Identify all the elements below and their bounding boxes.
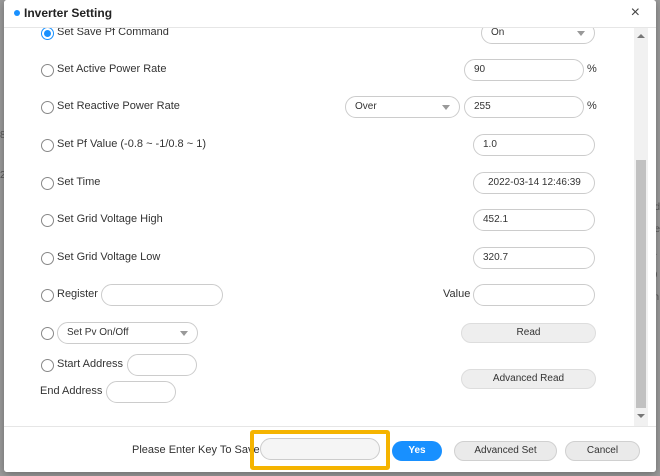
input-grid-high[interactable]: 452.1 — [473, 209, 595, 231]
highlight-frame — [250, 430, 390, 470]
unit-reactive-power: % — [587, 100, 597, 112]
yes-button[interactable]: Yes — [392, 441, 442, 461]
label-reactive-power: Set Reactive Power Rate — [57, 100, 180, 112]
input-register[interactable] — [101, 284, 223, 306]
row-pv: Set Pv On/Off Read — [4, 322, 624, 346]
unit-active-power: % — [587, 63, 597, 75]
scrollbar-thumb[interactable] — [636, 160, 646, 408]
label-grid-high: Set Grid Voltage High — [57, 213, 163, 225]
radio-active-power[interactable] — [41, 64, 54, 77]
radio-start-address[interactable] — [41, 359, 54, 372]
advanced-read-button[interactable]: Advanced Read — [461, 369, 596, 389]
row-save-pf: Set Save Pf Command On — [4, 28, 624, 46]
label-start-address: Start Address — [57, 358, 124, 370]
input-end-address[interactable] — [106, 381, 176, 403]
input-reactive-power[interactable]: 255 — [464, 96, 584, 118]
label-register: Register — [57, 288, 98, 300]
row-active-power: Set Active Power Rate 90 % — [4, 59, 624, 83]
select-reactive-value: Over — [355, 101, 377, 112]
select-save-pf-value: On — [491, 28, 505, 38]
input-start-address[interactable] — [127, 354, 197, 376]
radio-reactive-power[interactable] — [41, 101, 54, 114]
row-time: Set Time 2022-03-14 12:46:39 — [4, 172, 624, 196]
key-label: Please Enter Key To Save — [132, 444, 260, 456]
chevron-down-icon — [577, 31, 585, 36]
row-grid-low: Set Grid Voltage Low 320.7 — [4, 247, 624, 271]
select-pv-value: Set Pv On/Off — [67, 327, 129, 338]
radio-save-pf[interactable] — [41, 28, 54, 40]
label-value: Value — [443, 288, 471, 300]
label-time: Set Time — [57, 176, 101, 188]
read-button[interactable]: Read — [461, 323, 596, 343]
radio-register[interactable] — [41, 289, 54, 302]
row-reactive-power: Set Reactive Power Rate Over 255 % — [4, 96, 624, 120]
input-value[interactable] — [473, 284, 595, 306]
radio-grid-low[interactable] — [41, 252, 54, 265]
cancel-button[interactable]: Cancel — [565, 441, 640, 461]
input-grid-low[interactable]: 320.7 — [473, 247, 595, 269]
scrollbar[interactable] — [634, 28, 648, 426]
label-grid-low: Set Grid Voltage Low — [57, 251, 161, 263]
advanced-set-button[interactable]: Advanced Set — [454, 441, 557, 461]
radio-pf-value[interactable] — [41, 139, 54, 152]
row-pf-value: Set Pf Value (-0.8 ~ -1/0.8 ~ 1) 1.0 — [4, 134, 624, 158]
label-end-address: End Address — [40, 385, 103, 397]
select-reactive-direction[interactable]: Over — [345, 96, 460, 118]
label-active-power: Set Active Power Rate — [57, 63, 167, 75]
dialog-footer: Please Enter Key To Save Yes Advanced Se… — [4, 426, 656, 472]
radio-time[interactable] — [41, 177, 54, 190]
scroll-down-icon[interactable] — [637, 414, 645, 418]
label-save-pf: Set Save Pf Command — [57, 28, 169, 38]
row-register: Register Value — [4, 284, 624, 308]
select-save-pf[interactable]: On — [481, 28, 595, 44]
radio-grid-high[interactable] — [41, 214, 54, 227]
input-pf-value[interactable]: 1.0 — [473, 134, 595, 156]
title-dot-icon — [14, 10, 20, 16]
dialog-title: Inverter Setting — [24, 6, 113, 20]
close-icon[interactable]: × — [631, 4, 640, 22]
row-end-address: End Address Advanced Read — [4, 369, 624, 405]
select-pv[interactable]: Set Pv On/Off — [57, 322, 198, 344]
input-active-power[interactable]: 90 — [464, 59, 584, 81]
inverter-setting-dialog: Inverter Setting × Set Save Pf Command O… — [4, 0, 656, 472]
input-time[interactable]: 2022-03-14 12:46:39 — [473, 172, 595, 194]
scroll-up-icon[interactable] — [637, 34, 645, 38]
dialog-header: Inverter Setting × — [4, 0, 656, 28]
dialog-body: Set Save Pf Command On Set Active Power … — [4, 28, 656, 426]
chevron-down-icon — [442, 105, 450, 110]
radio-pv[interactable] — [41, 327, 54, 340]
chevron-down-icon — [180, 331, 188, 336]
row-grid-high: Set Grid Voltage High 452.1 — [4, 209, 624, 233]
label-pf-value: Set Pf Value (-0.8 ~ -1/0.8 ~ 1) — [57, 138, 206, 150]
